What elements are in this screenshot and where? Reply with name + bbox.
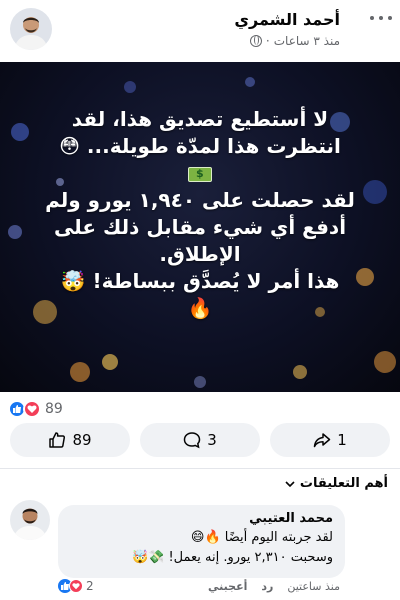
- heart-icon: [69, 579, 83, 593]
- meta-separator: ·: [265, 34, 270, 48]
- post-text-line: لقد حصلت على ١,٩٤٠ يورو ولم: [45, 188, 355, 212]
- comment-reactions[interactable]: 2: [58, 579, 94, 593]
- comment-actions: منذ ساعتين رد أعجبني: [208, 580, 340, 593]
- thumbs-up-icon: [49, 432, 66, 448]
- money-icon: [20, 160, 380, 187]
- heart-icon: [23, 400, 41, 418]
- post-time[interactable]: منذ ٣ ساعات: [274, 34, 340, 48]
- comment-text-line: لقد جربته اليوم أيضًا 🔥😄: [190, 530, 333, 545]
- comments-sort-label: أهم التعليقات: [299, 476, 388, 491]
- comment-icon: [183, 432, 201, 449]
- comment-bubble: محمد العتيبي لقد جربته اليوم أيضًا 🔥😄 وس…: [58, 505, 345, 578]
- reactions-count: 89: [45, 401, 63, 417]
- post-text-line: 🔥: [187, 296, 213, 320]
- like-count: 89: [72, 431, 92, 449]
- post-text-line: الإطلاق.: [159, 242, 241, 266]
- more-options-icon[interactable]: [370, 10, 392, 26]
- comment-text-line: وسحبت ٢,٣١٠ يورو. إنه يعمل! 💸🤯: [131, 549, 333, 565]
- globe-icon: [249, 35, 262, 47]
- chevron-down-icon: [285, 480, 295, 487]
- comment-time[interactable]: منذ ساعتين: [287, 580, 340, 593]
- reactions-summary[interactable]: 89: [0, 398, 400, 420]
- comment-reply-button[interactable]: رد: [261, 580, 273, 593]
- author-avatar[interactable]: [10, 8, 52, 50]
- share-button[interactable]: 1: [270, 423, 390, 457]
- post-text-line: هذا أمر لا يُصدَّق ببساطة! 🤯: [60, 269, 340, 293]
- post-meta: منذ ٣ ساعات ·: [249, 34, 340, 48]
- commenter-avatar[interactable]: [10, 500, 50, 540]
- post-text-line: انتظرت هذا لمدّة طويلة... 😳: [59, 134, 341, 158]
- post-text-line: لا أستطيع تصديق هذا، لقد: [71, 107, 329, 131]
- comment-count: 3: [207, 431, 217, 449]
- comments-sort-dropdown[interactable]: أهم التعليقات: [284, 476, 388, 491]
- comment-text: لقد جربته اليوم أيضًا 🔥😄 وسحبت ٢,٣١٠ يور…: [70, 528, 333, 567]
- post-text: لا أستطيع تصديق هذا، لقد انتظرت هذا لمدّ…: [20, 106, 380, 322]
- comment-reaction-count: 2: [86, 579, 94, 593]
- post-image[interactable]: لا أستطيع تصديق هذا، لقد انتظرت هذا لمدّ…: [0, 62, 400, 392]
- share-count: 1: [337, 431, 347, 449]
- like-button[interactable]: 89: [10, 423, 130, 457]
- comment-button[interactable]: 3: [140, 423, 260, 457]
- share-icon: [313, 433, 331, 448]
- post-text-line: أدفع أي شيء مقابل ذلك على: [53, 215, 347, 239]
- comment-like-button[interactable]: أعجبني: [208, 580, 247, 593]
- divider: [0, 468, 400, 469]
- author-name[interactable]: أحمد الشمري: [234, 10, 340, 29]
- commenter-name[interactable]: محمد العتيبي: [70, 511, 333, 526]
- post-header: أحمد الشمري منذ ٣ ساعات ·: [0, 0, 400, 62]
